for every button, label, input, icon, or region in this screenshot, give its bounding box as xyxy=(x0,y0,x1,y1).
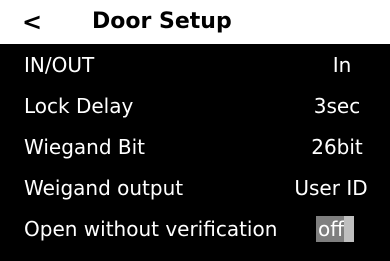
setting-row-weigand-output[interactable]: Weigand output User ID xyxy=(0,167,390,209)
back-arrow-icon[interactable]: < xyxy=(22,0,42,44)
header-bar: < Door Setup xyxy=(0,0,390,44)
setting-label: Lock Delay xyxy=(24,94,134,118)
setting-value: User ID xyxy=(294,176,368,200)
setting-row-lock-delay[interactable]: Lock Delay 3sec xyxy=(0,85,390,127)
setting-label: IN/OUT xyxy=(24,53,95,77)
toggle-knob xyxy=(344,216,354,242)
setting-value: 26bit xyxy=(311,135,363,159)
page-title: Door Setup xyxy=(92,9,232,34)
setting-row-wiegand-bit[interactable]: Wiegand Bit 26bit xyxy=(0,126,390,168)
verification-toggle[interactable]: off xyxy=(316,216,354,242)
setting-row-in-out[interactable]: IN/OUT In xyxy=(0,44,390,86)
setting-value: In xyxy=(332,53,352,77)
setting-value: 3sec xyxy=(313,94,361,118)
door-setup-screen: < Door Setup IN/OUT In Lock Delay 3sec W… xyxy=(0,0,390,261)
setting-label: Weigand output xyxy=(24,176,184,200)
setting-label: Wiegand Bit xyxy=(24,135,145,159)
setting-row-open-without-verification[interactable]: Open without verification off xyxy=(0,208,390,250)
setting-label: Open without verification xyxy=(24,217,278,241)
toggle-state-text: off xyxy=(317,217,344,241)
